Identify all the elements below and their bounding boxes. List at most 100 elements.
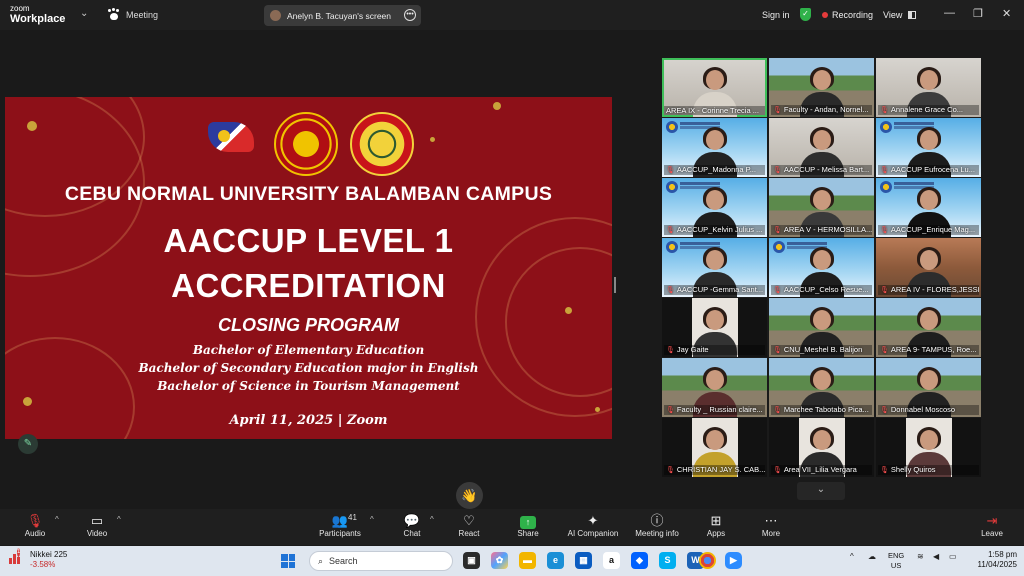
leave-button[interactable]: ⇥ Leave [962,512,1022,538]
participant-tile[interactable]: 🎙 AACCUP_Enrique Mag... [876,178,981,237]
region-code: US [890,561,902,570]
react-button[interactable]: ♡ React [439,512,499,538]
stock-widget[interactable]: 1 Nikkei 225 -3.58% [8,548,67,570]
shield-icon[interactable]: ✓ [800,8,811,21]
participant-name-text: AACCUP -Gemma Sant... [676,285,764,294]
participant-tile[interactable]: 🎙 AACCUP_Kelvin Julius ... [662,178,767,237]
slide-program: Bachelor of Secondary Education major in… [138,361,479,375]
copilot-icon[interactable]: ✿ [491,552,508,569]
share-button[interactable]: ↑ Share [498,512,558,538]
file-explorer-icon[interactable]: ▬ [519,552,536,569]
caret-up-icon[interactable]: ^ [430,515,434,524]
participant-name-text: Annalene Grace Co... [890,105,964,114]
chevron-up-tray-icon[interactable]: ^ [850,552,854,561]
more-button[interactable]: ⋯ More [741,512,801,538]
slide-title-line2: ACCREDITATION [171,267,446,304]
participant-name-text: AACCUP_Madonna P... [676,165,756,174]
dropbox-icon[interactable]: ◆ [631,552,648,569]
apps-button[interactable]: ⊞ Apps [686,512,746,538]
participant-name-text: AACCUP Eufrocena Lu... [890,165,975,174]
participant-tile[interactable]: 🎙 AREA IV - FLORES,JESSI... [876,238,981,297]
audio-button[interactable]: 🎙 Audio ^ [5,512,65,538]
participant-tile[interactable]: 🎙 AACCUP - Melissa Bart... [769,118,874,177]
search-placeholder: Search [329,556,358,566]
caret-up-icon[interactable]: ^ [117,515,121,524]
wifi-icon[interactable]: ≋ [917,552,924,561]
amazon-icon[interactable]: a [603,552,620,569]
windows-start-icon[interactable] [281,554,295,568]
university-logo-icon [666,121,678,133]
volume-icon[interactable]: ◀ [933,552,939,561]
mic-muted-icon: 🎙 [773,107,782,114]
caret-up-icon[interactable]: ^ [55,515,59,524]
mic-muted-icon: 🎙 [666,407,675,414]
restore-icon[interactable]: ❐ [973,7,983,20]
ai-companion-button[interactable]: ✦ AI Companion [558,512,628,538]
gallery-next-page-button[interactable]: ⌄ [797,482,845,500]
participant-tile[interactable]: 🎙 AREA V - HERMOSILLA... [769,178,874,237]
participant-tile[interactable]: 🎙 Annalene Grace Co... [876,58,981,117]
participant-tile[interactable]: 🎙 Faculty _ Russian claire... [662,358,767,417]
participant-tile[interactable]: 🎙 Jay Gaite [662,298,767,357]
participant-name-text: AACCUP - Melissa Bart... [783,165,870,174]
chat-label: Chat [403,529,421,538]
edge-browser-icon[interactable]: e [547,552,564,569]
share-indicator-label: Anelyn B. Tacuyan's screen [287,10,391,21]
participant-tile[interactable]: 🎙 AACCUP_Madonna P... [662,118,767,177]
mic-muted-icon: 🎙 [666,467,675,474]
participant-tile[interactable]: 🎙 AACCUP -Gemma Sant... [662,238,767,297]
skype-icon[interactable]: S [659,552,676,569]
more-options-icon[interactable]: ••• [404,9,416,21]
panel-splitter-handle[interactable] [614,277,616,293]
taskbar-search[interactable]: ⌕ Search [309,551,453,571]
zoom-taskbar-icon[interactable]: ▶ [725,552,742,569]
cloud-icon[interactable]: ☁ [868,552,876,561]
meeting-info-button[interactable]: ⓘ Meeting info [627,512,687,538]
meeting-label: Meeting [126,9,159,20]
participant-tile[interactable]: 🎙 CNU_Meshel B. Balijon [769,298,874,357]
apps-label: Apps [706,529,726,538]
chrome-icon[interactable] [699,552,716,569]
microsoft-store-icon[interactable]: ▦ [575,552,592,569]
participant-tile[interactable]: 🎙 Area VII_Lilia Vergara [769,418,874,477]
participant-tile[interactable]: 🎙 Shelly Quiros [876,418,981,477]
participant-name: 🎙 AREA 9- TAMPUS, Roe... [878,345,979,355]
task-view-icon[interactable]: ▣ [463,552,480,569]
sign-in-link[interactable]: Sign in [762,10,790,20]
more-label: More [761,529,781,538]
minimize-icon[interactable]: — [944,7,955,19]
participant-name: 🎙 CHRISTIAN JAY S. CAB... [664,465,765,475]
participant-tile[interactable]: 🎙 Faculty - Andan, Nornel... [769,58,874,117]
participant-tile[interactable]: 🎙 Donnabel Moscoso [876,358,981,417]
participant-name: 🎙 AACCUP_Kelvin Julius ... [664,225,765,235]
university-logo-icon [880,181,892,193]
participant-tile[interactable]: AREA IX - Corinne Trecia ... [662,58,767,117]
participant-tile[interactable]: 🎙 AACCUP_Celso Resue... [769,238,874,297]
battery-icon[interactable]: ▭ [949,552,957,561]
stock-chart-icon: 1 [8,548,24,566]
meeting-menu[interactable]: Meeting [108,9,158,20]
video-button[interactable]: ▭ Video ^ [67,512,127,538]
logo-row [5,112,612,180]
annotate-pencil-icon[interactable]: ✎ [18,434,38,454]
participants-button[interactable]: 👥 Participants ^ [310,512,374,538]
chat-button[interactable]: 💬 Chat ^ [382,512,442,538]
title-bar: zoom Workplace ⌄ Meeting Anelyn B. Tacuy… [0,0,1024,30]
chevron-down-icon[interactable]: ⌄ [80,8,88,19]
participant-tile[interactable]: 🎙 AACCUP Eufrocena Lu... [876,118,981,177]
screen-share-indicator[interactable]: Anelyn B. Tacuyan's screen ••• [264,5,421,26]
participant-name: 🎙 AACCUP - Melissa Bart... [771,165,872,175]
view-button[interactable]: View [883,10,917,20]
participant-tile[interactable]: 🎙 CHRISTIAN JAY S. CAB... [662,418,767,477]
close-icon[interactable]: ✕ [1002,7,1011,20]
system-clock[interactable]: 1:58 pm 11/04/2025 [967,550,1017,570]
caret-up-icon[interactable]: ^ [370,515,374,524]
participant-name: 🎙 Shelly Quiros [878,465,979,475]
recording-indicator[interactable]: Recording [822,10,873,20]
participant-name-text: CNU_Meshel B. Balijon [783,345,863,354]
language-indicator[interactable]: ENG US [888,551,904,571]
participant-tile[interactable]: 🎙 AREA 9- TAMPUS, Roe... [876,298,981,357]
participant-tile[interactable]: 🎙 Marchee Tabotabo Pica... [769,358,874,417]
stock-bar [17,557,20,564]
view-label: View [883,10,903,20]
